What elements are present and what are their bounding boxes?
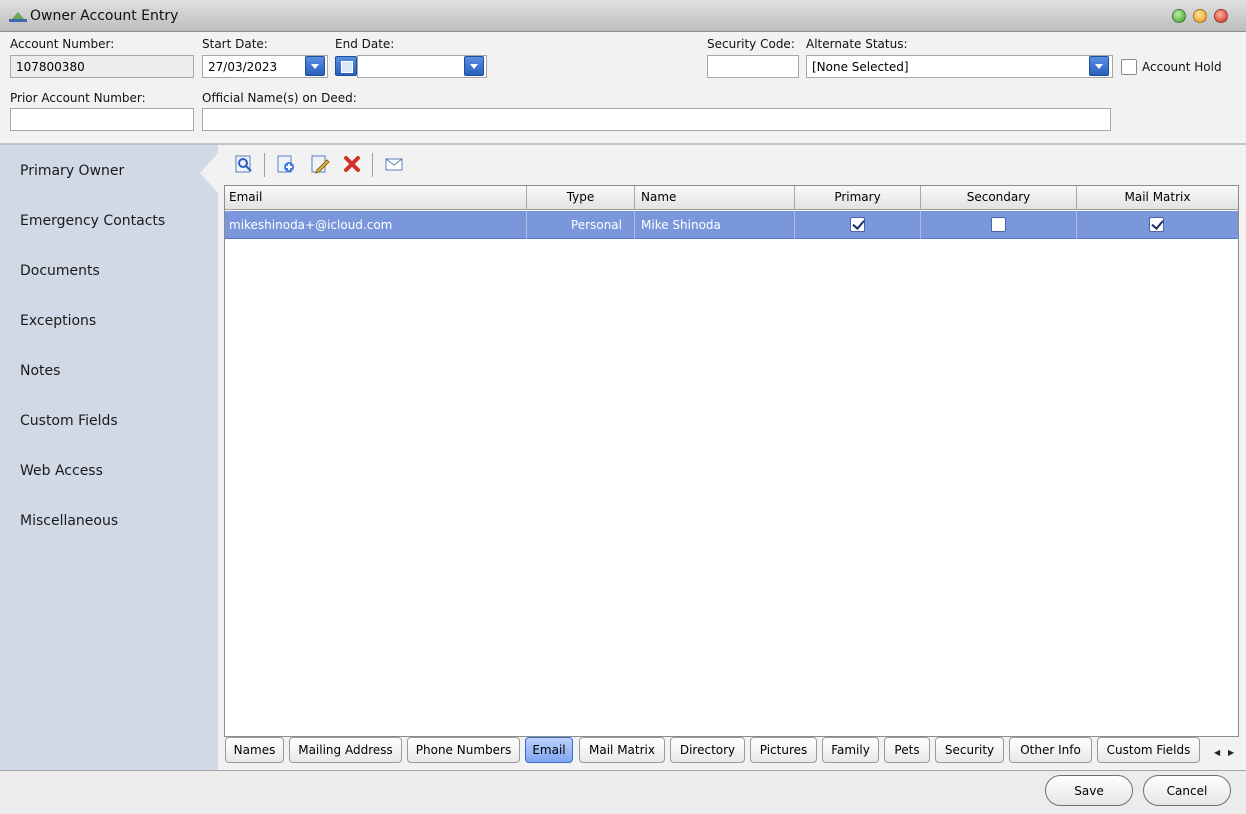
cell-name: Mike Shinoda [635,211,795,239]
delete-icon[interactable] [342,154,362,174]
cell-mail-matrix [1077,211,1238,239]
app-icon [9,12,27,22]
primary-checkbox[interactable] [850,217,865,232]
official-names-field[interactable] [202,108,1111,131]
sidebar-item-notes[interactable]: Notes [20,363,60,379]
tab-other-info[interactable]: Other Info [1009,737,1092,763]
sidebar-item-web-access[interactable]: Web Access [20,463,103,479]
table-row[interactable]: mikeshinoda+@icloud.com Personal Mike Sh… [225,211,1238,239]
account-number-field[interactable]: 107800380 [10,55,194,78]
maximize-icon[interactable] [1193,9,1207,23]
tab-pets[interactable]: Pets [884,737,930,763]
window-title: Owner Account Entry [30,8,179,24]
minimize-icon[interactable] [1172,9,1186,23]
tab-directory[interactable]: Directory [670,737,745,763]
column-header-type[interactable]: Type [527,186,635,210]
alternate-status-label: Alternate Status: [806,37,908,51]
tab-email[interactable]: Email [525,737,573,763]
title-bar: Owner Account Entry [0,0,1246,32]
tab-scroll-right-icon[interactable]: ▶ [1228,748,1234,757]
cell-type: Personal [527,211,635,239]
end-date-label: End Date: [335,37,395,51]
save-button[interactable]: Save [1045,775,1133,806]
column-header-secondary[interactable]: Secondary [921,186,1077,210]
tab-scroll-left-icon[interactable]: ◀ [1214,748,1220,757]
tab-custom-fields[interactable]: Custom Fields [1097,737,1200,763]
sidebar-item-miscellaneous[interactable]: Miscellaneous [20,513,118,529]
account-header-form: Account Number: 107800380 Start Date: 27… [0,33,1246,143]
tab-family[interactable]: Family [822,737,879,763]
tab-pictures[interactable]: Pictures [750,737,817,763]
email-grid: Email Type Name Primary Secondary Mail M… [224,185,1239,737]
sidebar: Primary Owner Emergency Contacts Documen… [0,145,218,770]
end-date-dropdown-icon[interactable] [464,56,484,76]
tab-names[interactable]: Names [225,737,284,763]
column-header-primary[interactable]: Primary [795,186,921,210]
mail-matrix-checkbox[interactable] [1149,217,1164,232]
alternate-status-dropdown-icon[interactable] [1089,56,1109,76]
toolbar-separator [372,153,373,177]
grid-toolbar [226,151,626,177]
selected-item-pointer [200,153,218,193]
security-code-field[interactable] [707,55,799,78]
cancel-button[interactable]: Cancel [1143,775,1231,806]
prior-account-number-field[interactable] [10,108,194,131]
account-number-label: Account Number: [10,37,115,51]
account-hold-checkbox[interactable] [1121,59,1137,75]
alternate-status-select[interactable]: [None Selected] [806,55,1113,78]
toolbar-separator [264,153,265,177]
start-date-label: Start Date: [202,37,268,51]
sidebar-item-primary-owner[interactable]: Primary Owner [20,163,124,179]
secondary-checkbox[interactable] [991,217,1006,232]
grid-header: Email Type Name Primary Secondary Mail M… [225,186,1238,210]
cell-primary [795,211,921,239]
sidebar-item-documents[interactable]: Documents [20,263,100,279]
sidebar-item-emergency-contacts[interactable]: Emergency Contacts [20,213,165,229]
cell-secondary [921,211,1077,239]
tab-phone-numbers[interactable]: Phone Numbers [407,737,520,763]
column-header-name[interactable]: Name [635,186,795,210]
account-hold-label: Account Hold [1142,60,1222,74]
edit-icon[interactable] [310,154,330,174]
security-code-label: Security Code: [707,37,795,51]
prior-account-number-label: Prior Account Number: [10,91,146,105]
official-names-label: Official Name(s) on Deed: [202,91,357,105]
sidebar-item-custom-fields[interactable]: Custom Fields [20,413,118,429]
tab-security[interactable]: Security [935,737,1004,763]
add-icon[interactable] [276,154,296,174]
column-header-email[interactable]: Email [225,186,527,210]
email-icon[interactable] [384,154,404,174]
tab-mail-matrix[interactable]: Mail Matrix [579,737,665,763]
sidebar-item-exceptions[interactable]: Exceptions [20,313,96,329]
close-icon[interactable] [1214,9,1228,23]
tab-mailing-address[interactable]: Mailing Address [289,737,402,763]
start-date-dropdown-icon[interactable] [305,56,325,76]
end-date-toggle-icon[interactable] [335,56,357,76]
view-icon[interactable] [234,154,254,174]
cell-email: mikeshinoda+@icloud.com [225,211,527,239]
column-header-mail-matrix[interactable]: Mail Matrix [1077,186,1238,210]
